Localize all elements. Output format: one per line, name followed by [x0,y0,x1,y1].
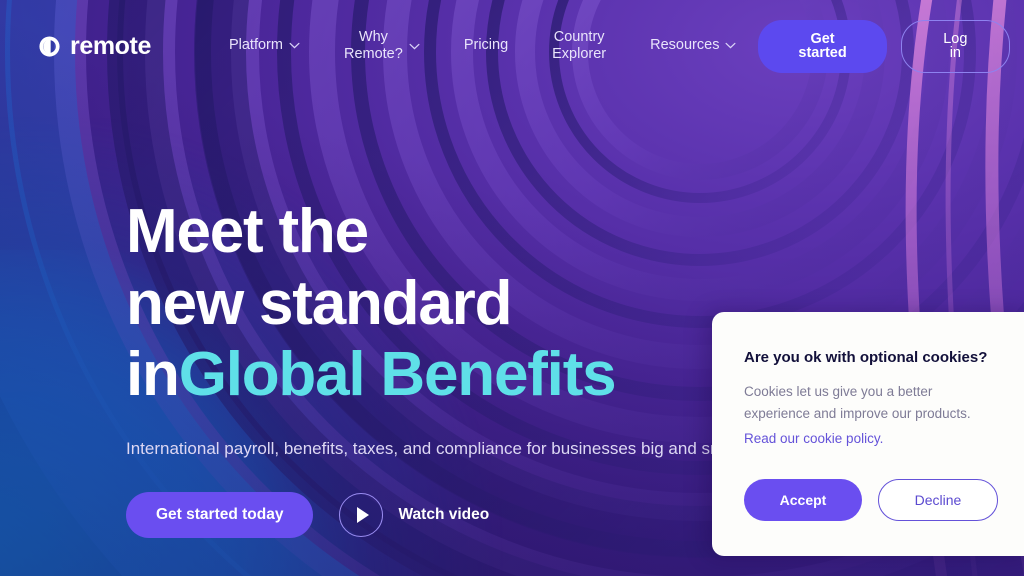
watch-video-label: Watch video [398,506,490,524]
chevron-down-icon [289,43,300,49]
log-in-button[interactable]: Log in [900,19,1010,73]
cookie-consent-dialog: Are you ok with optional cookies? Cookie… [712,312,1024,556]
page-title: Meet the new standard inGlobal Benefits [126,196,746,411]
nav-item-label: Resources [650,37,720,54]
nav-item-resources[interactable]: Resources [628,37,758,54]
nav-item-why-remote[interactable]: Why Remote? [322,29,442,63]
nav-item-label: Platform [228,37,283,54]
get-started-today-button[interactable]: Get started today [126,492,314,538]
nav-actions: Get started Log in [758,19,1010,73]
chevron-down-icon [409,43,420,49]
page-root: remote Platform Why Remote? Pricing Coun… [0,0,1024,576]
nav-item-label: Pricing [463,37,509,54]
top-navigation-bar: remote Platform Why Remote? Pricing Coun… [0,0,1024,92]
brand-logo[interactable]: remote [38,31,151,60]
get-started-button[interactable]: Get started [758,19,887,73]
nav-links: Platform Why Remote? Pricing Country Exp… [207,29,758,63]
decline-cookies-button[interactable]: Decline [878,478,998,521]
watch-video-button[interactable]: Watch video [339,493,490,538]
nav-item-label: Why Remote? [343,28,403,62]
nav-item-pricing[interactable]: Pricing [442,37,530,54]
hero-heading-line-2: new standard [126,268,512,338]
cookie-dialog-title: Are you ok with optional cookies? [744,349,988,366]
cookie-dialog-body: Cookies let us give you a better experie… [744,383,971,421]
brand-name: remote [70,31,151,60]
accept-cookies-button[interactable]: Accept [744,478,862,521]
chevron-down-icon [725,43,736,49]
hero-heading-line-3-prefix: in [126,340,180,410]
hero-cta-group: Get started today Watch video [126,492,746,538]
hero-subtitle: International payroll, benefits, taxes, … [126,438,746,458]
nav-item-label: Country Explorer [552,28,607,62]
remote-moon-logo-icon [39,35,60,57]
nav-item-country-explorer[interactable]: Country Explorer [530,29,628,63]
play-icon [339,493,384,538]
hero-section: Meet the new standard inGlobal Benefits … [126,196,746,538]
nav-item-platform[interactable]: Platform [207,37,322,54]
hero-heading-accent: Global Benefits [178,340,617,410]
cookie-dialog-actions: Accept Decline [744,478,1002,521]
cookie-policy-link[interactable]: Read our cookie policy. [744,428,1002,450]
hero-heading-line-1: Meet the [126,197,369,266]
